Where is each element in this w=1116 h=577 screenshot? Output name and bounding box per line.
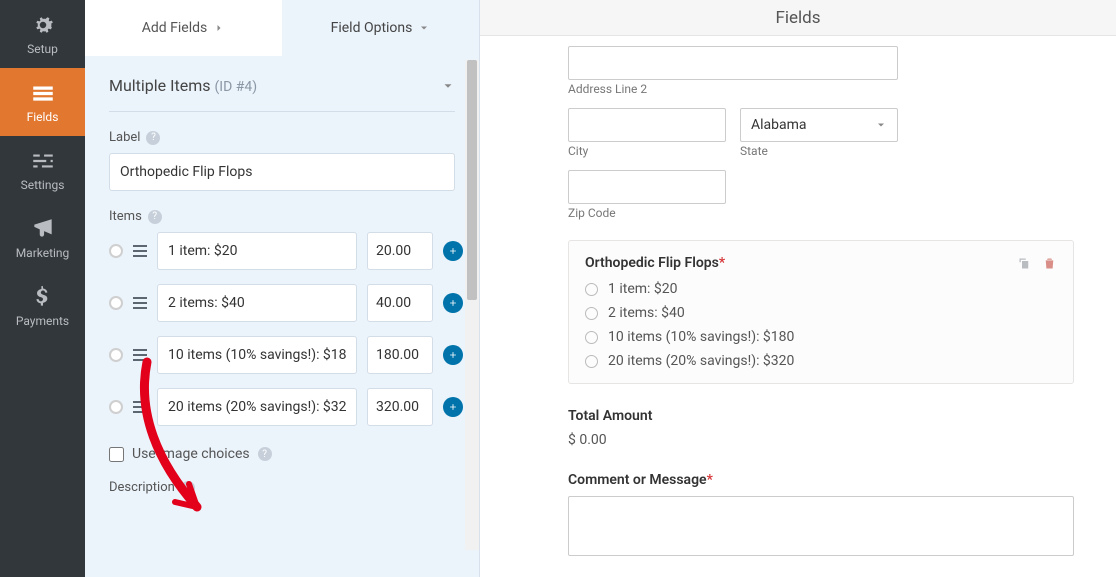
radio-icon	[585, 307, 598, 320]
zip-input[interactable]	[568, 170, 726, 204]
tab-add-fields[interactable]: Add Fields	[85, 0, 282, 56]
item-label-input[interactable]	[157, 284, 357, 322]
gear-icon	[30, 12, 56, 38]
dollar-icon	[30, 284, 56, 310]
option-label: 2 items: $40	[608, 305, 685, 321]
nav-payments-label: Payments	[16, 314, 69, 328]
option-row[interactable]: 20 items (20% savings!): $320	[585, 353, 1057, 369]
item-row	[109, 336, 455, 374]
fields-icon	[30, 80, 56, 106]
tab-field-options[interactable]: Field Options	[282, 0, 479, 56]
item-row	[109, 388, 455, 426]
scrollbar[interactable]	[465, 60, 479, 550]
nav-settings[interactable]: Settings	[0, 136, 85, 204]
add-item-button[interactable]	[443, 345, 463, 365]
default-radio[interactable]	[109, 296, 123, 310]
description-section-header: Description ?	[109, 480, 455, 495]
collapse-icon[interactable]	[441, 79, 455, 93]
item-price-input[interactable]	[367, 232, 433, 270]
radio-icon	[585, 331, 598, 344]
card-title: Orthopedic Flip Flops*	[585, 255, 725, 271]
total-value: $ 0.00	[568, 432, 1074, 448]
item-price-input[interactable]	[367, 284, 433, 322]
item-row	[109, 284, 455, 322]
bullhorn-icon	[30, 216, 56, 242]
preview-pane: Fields Address Line 2 Alabama City State…	[480, 0, 1116, 577]
item-price-input[interactable]	[367, 336, 433, 374]
default-radio[interactable]	[109, 348, 123, 362]
option-row[interactable]: 1 item: $20	[585, 281, 1057, 297]
option-label: 10 items (10% savings!): $180	[608, 329, 794, 345]
total-label: Total Amount	[568, 408, 1074, 424]
help-icon[interactable]: ?	[146, 131, 160, 145]
option-row[interactable]: 2 items: $40	[585, 305, 1057, 321]
item-label-input[interactable]	[157, 336, 357, 374]
option-label: 20 items (20% savings!): $320	[608, 353, 794, 369]
city-input[interactable]	[568, 108, 726, 142]
nav-settings-label: Settings	[21, 178, 65, 192]
side-panel: Add Fields Field Options Multiple Items …	[85, 0, 480, 577]
option-label: 1 item: $20	[608, 281, 678, 297]
address2-input[interactable]	[568, 46, 898, 80]
item-row	[109, 232, 455, 270]
item-label-input[interactable]	[157, 388, 357, 426]
tab-add-fields-label: Add Fields	[142, 20, 208, 36]
field-title: Multiple Items (ID #4)	[109, 76, 257, 95]
radio-icon	[585, 283, 598, 296]
item-label-input[interactable]	[157, 232, 357, 270]
nav-marketing[interactable]: Marketing	[0, 204, 85, 272]
required-indicator: *	[719, 255, 725, 271]
add-item-button[interactable]	[443, 241, 463, 261]
city-label: City	[568, 144, 726, 158]
nav-marketing-label: Marketing	[16, 246, 70, 260]
add-item-button[interactable]	[443, 397, 463, 417]
default-radio[interactable]	[109, 244, 123, 258]
nav-fields[interactable]: Fields	[0, 68, 85, 136]
option-row[interactable]: 10 items (10% savings!): $180	[585, 329, 1057, 345]
main-nav: Setup Fields Settings Marketing Payments	[0, 0, 85, 577]
field-header[interactable]: Multiple Items (ID #4)	[109, 56, 455, 112]
image-choices-checkbox[interactable]	[109, 447, 124, 462]
help-icon[interactable]: ?	[258, 447, 272, 461]
drag-handle-icon[interactable]	[133, 349, 147, 361]
trash-icon[interactable]	[1042, 256, 1057, 271]
comment-label: Comment or Message*	[568, 472, 1074, 488]
label-section-header: Label ?	[109, 130, 455, 145]
tab-field-options-label: Field Options	[331, 20, 413, 36]
sliders-icon	[30, 148, 56, 174]
default-radio[interactable]	[109, 400, 123, 414]
required-indicator: *	[707, 472, 713, 488]
help-icon[interactable]: ?	[148, 210, 162, 224]
nav-setup[interactable]: Setup	[0, 0, 85, 68]
radio-icon	[585, 355, 598, 368]
add-item-button[interactable]	[443, 293, 463, 313]
chevron-down-icon	[418, 22, 430, 34]
address2-label: Address Line 2	[568, 82, 1074, 96]
field-preview-card[interactable]: Orthopedic Flip Flops* 1 item: $20 2 item…	[568, 240, 1074, 384]
item-price-input[interactable]	[367, 388, 433, 426]
zip-label: Zip Code	[568, 206, 1074, 220]
drag-handle-icon[interactable]	[133, 401, 147, 413]
items-section-header: Items ?	[109, 209, 455, 224]
duplicate-icon[interactable]	[1017, 256, 1032, 271]
nav-fields-label: Fields	[27, 110, 59, 124]
drag-handle-icon[interactable]	[133, 297, 147, 309]
label-input[interactable]	[109, 153, 455, 191]
preview-header: Fields	[480, 0, 1116, 36]
nav-setup-label: Setup	[27, 42, 58, 56]
image-choices-label: Use image choices	[132, 446, 250, 462]
state-label: State	[740, 144, 898, 158]
nav-payments[interactable]: Payments	[0, 272, 85, 340]
comment-textarea[interactable]	[568, 496, 1074, 556]
chevron-down-icon	[875, 119, 887, 131]
drag-handle-icon[interactable]	[133, 245, 147, 257]
state-select[interactable]: Alabama	[740, 108, 898, 142]
chevron-right-icon	[213, 22, 225, 34]
help-icon[interactable]: ?	[181, 481, 195, 495]
